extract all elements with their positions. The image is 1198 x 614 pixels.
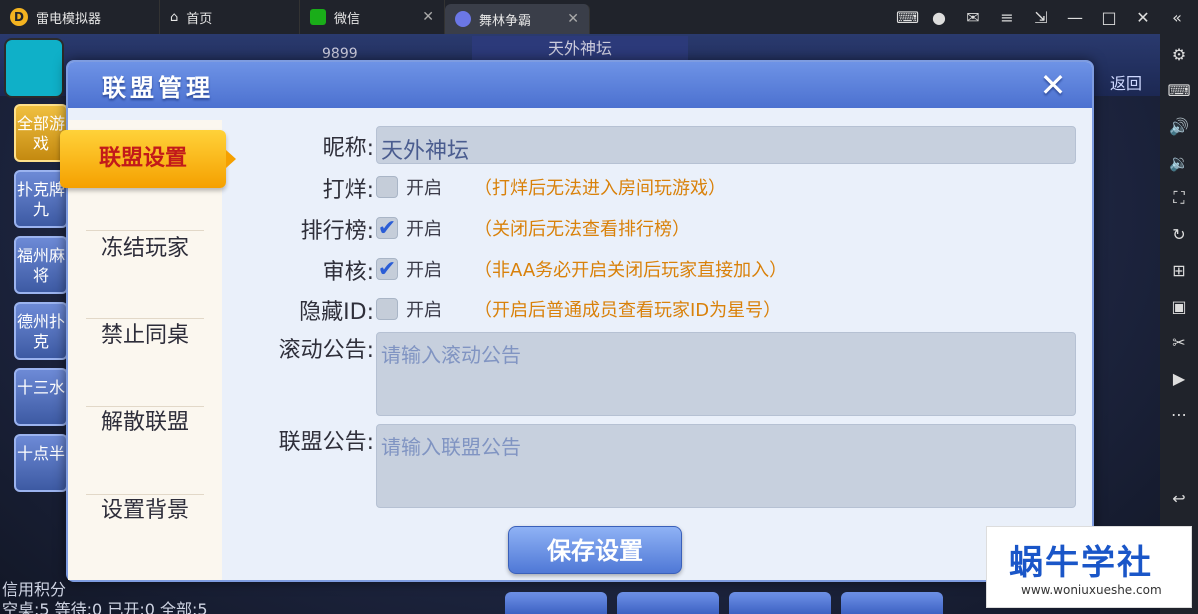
- mail-icon[interactable]: ✉: [964, 8, 982, 27]
- review-checkbox[interactable]: ✔: [376, 256, 398, 282]
- close-window-icon[interactable]: ✕: [1134, 8, 1152, 27]
- review-hint: （非AA务必开启关闭后玩家直接加入）: [474, 260, 788, 281]
- collapse-icon[interactable]: «: [1168, 8, 1186, 27]
- emulator-topbar: D 雷电模拟器 ⌂ 首页 微信 ✕ 舞林争霸 ✕ ⌨ ● ✉ ≡ ⇲ — □ ✕…: [0, 0, 1198, 34]
- back-label[interactable]: 返回: [1110, 70, 1142, 94]
- scroll-notice-input[interactable]: 请输入滚动公告: [376, 332, 1076, 416]
- hide-id-label: 隐藏ID:: [299, 300, 374, 325]
- game-icon: [455, 11, 471, 27]
- add-icon[interactable]: ⊞: [1167, 258, 1191, 282]
- list-item[interactable]: 福州麻将: [14, 236, 68, 294]
- gamepad-icon[interactable]: ⌨: [896, 8, 919, 27]
- alliance-notice-label: 联盟公告:: [278, 430, 374, 455]
- menu-item-alliance-settings[interactable]: 联盟设置: [60, 130, 236, 188]
- table-status: 空桌:5 等待:0 已开:0 全部:5: [2, 600, 208, 614]
- watermark: 蜗牛学社 www.woniuxueshe.com: [986, 526, 1192, 608]
- emulator-app-name: 雷电模拟器: [36, 11, 102, 27]
- settings-icon[interactable]: ⚙: [1167, 42, 1191, 66]
- rank-option: 开启: [406, 219, 442, 240]
- hide-id-hint: （开启后普通成员查看玩家ID为星号）: [474, 300, 782, 321]
- wechat-icon: [310, 9, 326, 25]
- game-bottom-buttons: [505, 592, 943, 614]
- scroll-notice-label: 滚动公告:: [278, 338, 374, 363]
- tab-wechat[interactable]: 微信 ✕: [300, 0, 445, 34]
- screenshot-icon[interactable]: ⛶: [1167, 186, 1191, 210]
- alliance-notice-input[interactable]: 请输入联盟公告: [376, 424, 1076, 508]
- account-icon[interactable]: ●: [930, 8, 948, 27]
- close-shop-checkbox[interactable]: [376, 176, 398, 198]
- back-icon[interactable]: ↩: [1167, 486, 1191, 510]
- close-icon[interactable]: ✕: [567, 11, 579, 27]
- bottom-button[interactable]: [729, 592, 831, 614]
- tab-game-label: 舞林争霸: [479, 13, 532, 29]
- close-shop-label: 打烊:: [322, 178, 374, 203]
- more-icon[interactable]: ⋯: [1167, 402, 1191, 426]
- hide-id-option: 开启: [406, 300, 442, 321]
- alliance-management-modal: 联盟管理 ✕ 联盟设置 冻结玩家 禁止同桌 解散联盟 设置背景 昵称: 天外神坛…: [60, 60, 1094, 582]
- modal-side-menu: 联盟设置 冻结玩家 禁止同桌 解散联盟 设置背景: [60, 120, 236, 580]
- tab-home-label: 首页: [186, 11, 213, 27]
- menu-item-no-same-table[interactable]: 禁止同桌: [68, 307, 222, 365]
- video-icon[interactable]: ▶: [1167, 366, 1191, 390]
- apk-icon[interactable]: ▣: [1167, 294, 1191, 318]
- modal-title: 联盟管理: [102, 74, 214, 102]
- check-icon: ✔: [377, 215, 397, 241]
- rank-hint: （关闭后无法查看排行榜）: [474, 219, 690, 240]
- tab-wechat-label: 微信: [334, 11, 361, 27]
- minimize-icon[interactable]: —: [1066, 8, 1084, 27]
- avatar[interactable]: [4, 38, 64, 98]
- watermark-url: www.woniuxueshe.com: [1021, 583, 1162, 597]
- scissors-icon[interactable]: ✂: [1167, 330, 1191, 354]
- top-tools: ⌨ ● ✉ ≡ ⇲ — □ ✕ «: [896, 8, 1198, 27]
- nickname-field[interactable]: 天外神坛: [376, 126, 1076, 164]
- tab-home[interactable]: ⌂ 首页: [160, 0, 300, 34]
- close-icon[interactable]: ✕: [1036, 68, 1070, 102]
- close-shop-row: 开启 （打烊后无法进入房间玩游戏）: [376, 174, 726, 200]
- rank-checkbox[interactable]: ✔: [376, 215, 398, 241]
- review-row: ✔ 开启 （非AA务必开启关闭后玩家直接加入）: [376, 256, 787, 282]
- check-icon: ✔: [377, 256, 397, 282]
- restore-icon[interactable]: ⇲: [1032, 8, 1050, 27]
- menu-item-set-background[interactable]: 设置背景: [68, 482, 222, 540]
- save-settings-button[interactable]: 保存设置: [508, 526, 682, 574]
- nickname-label: 昵称:: [322, 136, 374, 161]
- list-item[interactable]: 德州扑克: [14, 302, 68, 360]
- menu-icon[interactable]: ≡: [998, 8, 1016, 27]
- watermark-title: 蜗牛学社: [1009, 543, 1153, 583]
- hide-id-row: 开启 （开启后普通成员查看玩家ID为星号）: [376, 296, 781, 322]
- tab-game[interactable]: 舞林争霸 ✕: [445, 4, 590, 34]
- review-option: 开启: [406, 260, 442, 281]
- close-shop-hint: （打烊后无法进入房间玩游戏）: [474, 178, 726, 199]
- review-label: 审核:: [322, 260, 374, 285]
- home-icon: ⌂: [170, 9, 179, 25]
- maximize-icon[interactable]: □: [1100, 8, 1118, 27]
- volume-up-icon[interactable]: 🔊: [1167, 114, 1191, 138]
- rotate-icon[interactable]: ↻: [1167, 222, 1191, 246]
- bottom-button[interactable]: [505, 592, 607, 614]
- list-item[interactable]: 十点半: [14, 434, 68, 492]
- menu-item-dissolve-alliance[interactable]: 解散联盟: [68, 394, 222, 452]
- emulator-logo-icon: D: [10, 8, 28, 26]
- keyboard-icon[interactable]: ⌨: [1167, 78, 1191, 102]
- close-shop-option: 开启: [406, 178, 442, 199]
- emulator-logo-tab[interactable]: D 雷电模拟器: [0, 0, 160, 34]
- bottom-button[interactable]: [841, 592, 943, 614]
- list-item[interactable]: 十三水: [14, 368, 68, 426]
- settings-form: 昵称: 天外神坛 打烊: 开启 （打烊后无法进入房间玩游戏） 排行榜: ✔ 开启…: [224, 120, 1094, 580]
- hide-id-checkbox[interactable]: [376, 298, 398, 320]
- modal-header: 联盟管理 ✕: [68, 62, 1092, 108]
- rank-row: ✔ 开启 （关闭后无法查看排行榜）: [376, 215, 690, 241]
- close-icon[interactable]: ✕: [422, 9, 434, 25]
- menu-item-freeze-player[interactable]: 冻结玩家: [68, 220, 222, 278]
- rank-label: 排行榜:: [300, 219, 374, 244]
- bottom-button[interactable]: [617, 592, 719, 614]
- game-title-strip: 天外神坛: [472, 36, 688, 62]
- volume-down-icon[interactable]: 🔉: [1167, 150, 1191, 174]
